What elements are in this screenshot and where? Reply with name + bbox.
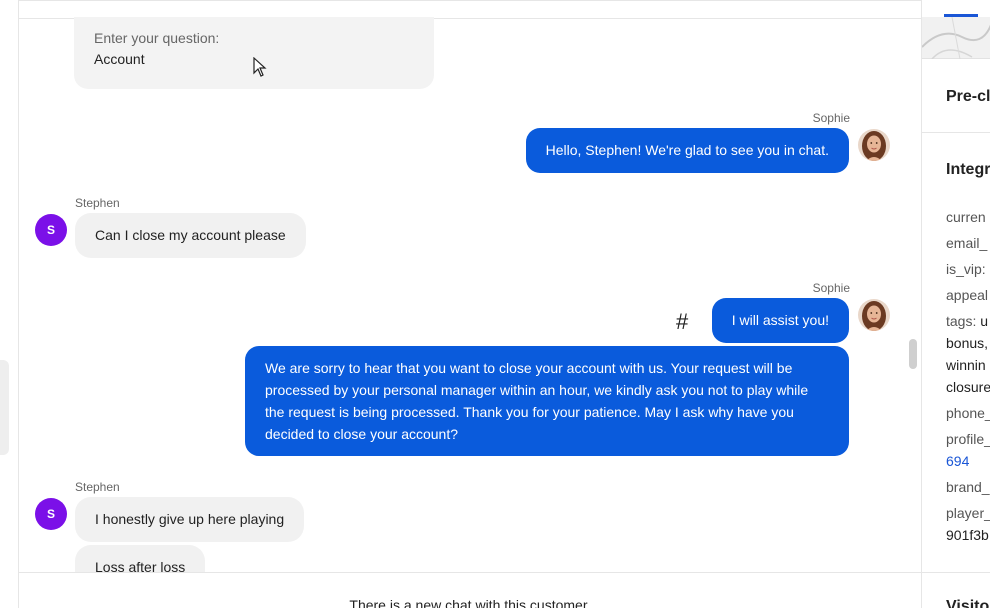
field-email: email_ bbox=[946, 235, 988, 251]
field-player: player_ bbox=[946, 505, 990, 521]
field-currency: curren bbox=[946, 209, 986, 225]
customer-avatar: S bbox=[35, 214, 67, 246]
chat-window: Enter your question: Account Sophie Hell… bbox=[0, 0, 990, 608]
location-map bbox=[922, 16, 990, 60]
collapse-handle[interactable] bbox=[0, 360, 9, 455]
sender-name: Sophie bbox=[812, 111, 850, 125]
sender-name: Sophie bbox=[812, 281, 850, 295]
agent-avatar bbox=[858, 299, 890, 331]
mouse-pointer-icon bbox=[253, 56, 267, 82]
customer-message: Loss after loss bbox=[75, 545, 206, 572]
divider bbox=[922, 132, 990, 133]
form-question-label: Enter your question: bbox=[94, 30, 220, 46]
pre-chat-section-title[interactable]: Pre-cl bbox=[946, 88, 990, 106]
agent-avatar bbox=[858, 129, 890, 161]
chat-transcript[interactable]: Enter your question: Account Sophie Hell… bbox=[19, 0, 921, 572]
agent-message: Hello, Stephen! We're glad to see you in… bbox=[525, 128, 849, 173]
field-tags: tags: u bbox=[946, 313, 988, 329]
field-tags-value: u bbox=[980, 313, 989, 329]
integration-section-title[interactable]: Integr bbox=[946, 161, 990, 179]
agent-message: We are sorry to hear that you want to cl… bbox=[245, 346, 849, 456]
field-is-vip: is_vip: bbox=[946, 261, 986, 277]
field-tags-value: winnin bbox=[946, 357, 986, 373]
sender-name: Stephen bbox=[75, 480, 120, 494]
agent-message: I will assist you! bbox=[711, 298, 849, 343]
field-tags-label: tags: bbox=[946, 313, 977, 329]
customer-message: Can I close my account please bbox=[75, 213, 306, 258]
field-tags-value: closure bbox=[946, 379, 990, 395]
field-appeal: appeal bbox=[946, 287, 989, 303]
sender-name: Stephen bbox=[75, 196, 120, 210]
field-profile: profile_ bbox=[946, 431, 990, 447]
field-tags-value: bonus, bbox=[946, 335, 989, 351]
visitor-section-title[interactable]: Visito bbox=[946, 598, 989, 608]
customer-details-panel: Pre-cl Integr curren email_ is_vip: appe… bbox=[921, 0, 990, 608]
customer-message: I honestly give up here playing bbox=[75, 497, 305, 542]
new-chat-notice: There is a new chat with this customer. bbox=[349, 597, 591, 608]
field-player-value: 901f3b bbox=[946, 527, 989, 543]
left-panel-edge bbox=[0, 0, 19, 608]
hash-marker: # bbox=[676, 309, 689, 334]
chat-footer: There is a new chat with this customer. bbox=[19, 572, 921, 608]
customer-avatar: S bbox=[35, 498, 67, 530]
field-phone: phone_ bbox=[946, 405, 990, 421]
field-brand: brand_ bbox=[946, 479, 990, 495]
divider bbox=[922, 572, 990, 573]
profile-link[interactable]: 694 bbox=[946, 453, 969, 469]
chat-scrollbar[interactable] bbox=[909, 339, 917, 369]
